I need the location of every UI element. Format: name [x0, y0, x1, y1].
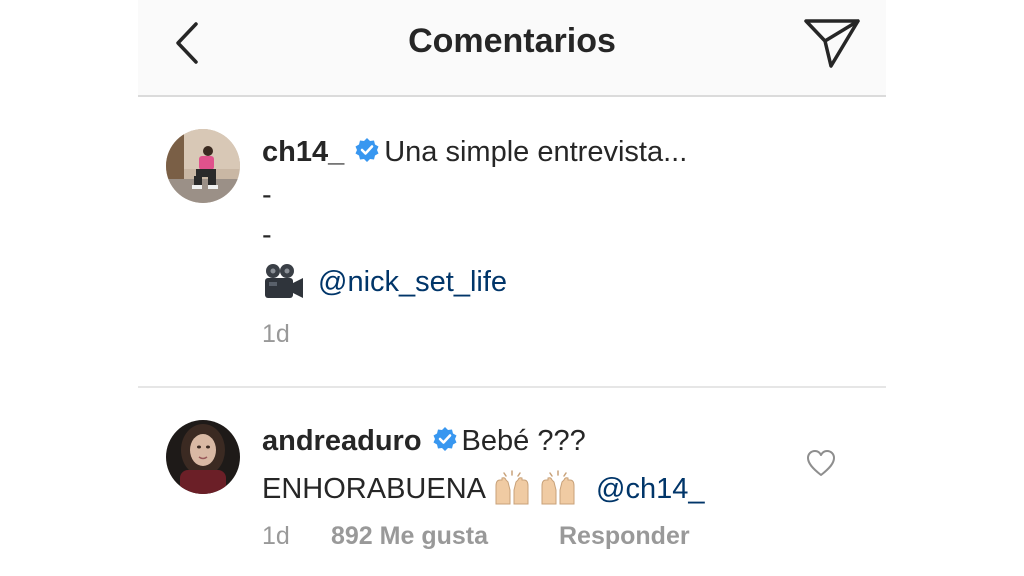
divider: [138, 386, 886, 388]
avatar[interactable]: [166, 129, 240, 203]
mention-link[interactable]: @nick_set_life: [318, 268, 507, 297]
movie-camera-icon: [265, 264, 303, 298]
raised-hands-icon: [495, 470, 529, 505]
verified-badge-icon: [355, 138, 379, 162]
raised-hands-icon: [541, 470, 575, 505]
verified-badge-icon: [433, 427, 457, 451]
mention-link[interactable]: @ch14_: [596, 473, 704, 505]
avatar-photo: [166, 129, 240, 203]
comments-screen: Comentarios ch14_ Una simple entrevista.…: [138, 0, 886, 576]
comment-text: Bebé ???: [461, 425, 586, 457]
timestamp: 1d: [262, 320, 290, 348]
share-button[interactable]: [803, 17, 861, 69]
timestamp: 1d: [262, 522, 290, 550]
caption-dash: -: [262, 219, 272, 251]
paper-plane-icon: [804, 19, 860, 68]
caption-dash: -: [262, 179, 272, 211]
comment-text: ENHORABUENA: [262, 473, 486, 505]
comment-line: andreaduro Bebé ???: [262, 426, 586, 456]
avatar-photo: [166, 420, 240, 494]
page-title: Comentarios: [408, 22, 616, 60]
like-count[interactable]: 892 Me gusta: [331, 524, 488, 549]
chevron-left-icon: [176, 22, 198, 64]
avatar[interactable]: [166, 420, 240, 494]
back-button[interactable]: [168, 20, 208, 66]
username[interactable]: ch14_: [262, 136, 344, 168]
comment-line: ENHORABUENA @ch14_: [262, 470, 704, 506]
reply-button[interactable]: Responder: [559, 524, 690, 549]
username[interactable]: andreaduro: [262, 425, 422, 457]
caption-text: Una simple entrevista...: [384, 136, 688, 168]
heart-outline-icon[interactable]: [806, 449, 836, 477]
post-caption-line: ch14_ Una simple entrevista...: [262, 137, 687, 167]
header-bar: Comentarios: [138, 0, 886, 97]
